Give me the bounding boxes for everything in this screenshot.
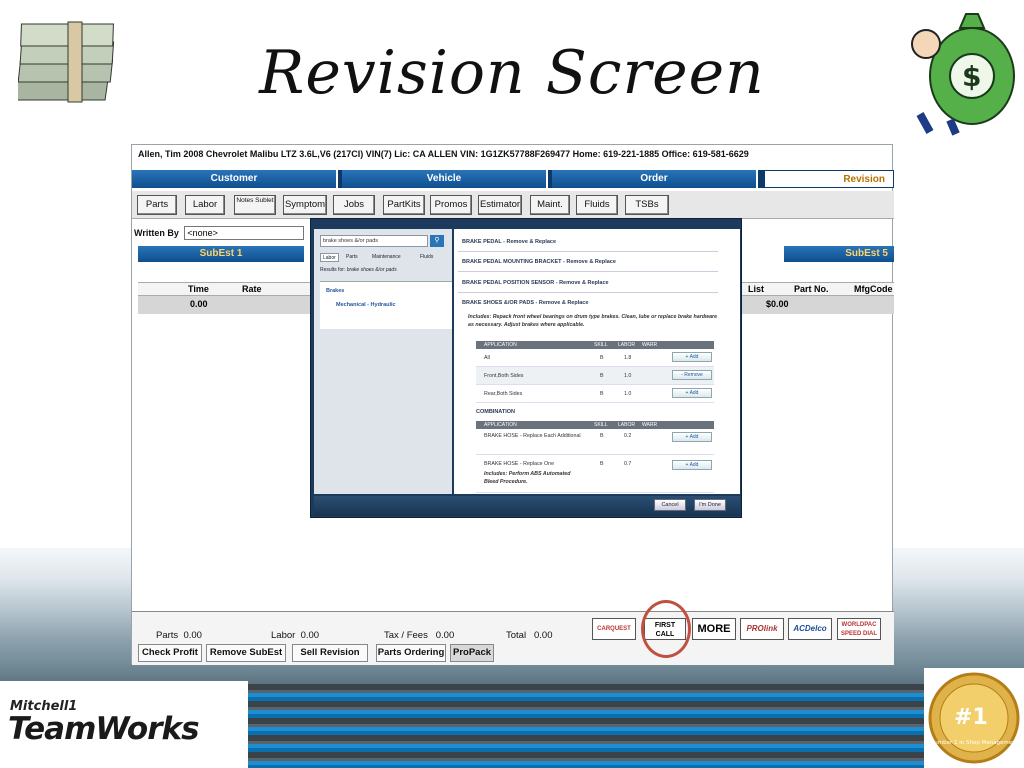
medal-icon: #1 Number 1 in Shop Management	[928, 672, 1020, 764]
done-button[interactable]: I'm Done	[694, 499, 726, 511]
acdelco-logo[interactable]: ACDelco	[788, 618, 832, 640]
subest-tab-1[interactable]: SubEst 1	[138, 246, 304, 262]
toolbar: Parts Labor Notes Sublet Symptom Jobs Pa…	[132, 191, 894, 219]
category-list: Brakes Mechanical - Hydraulic	[320, 281, 452, 329]
propack-button[interactable]: ProPack	[450, 644, 494, 662]
written-by-field[interactable]	[184, 226, 305, 240]
add-button[interactable]: + Add	[672, 432, 712, 442]
col-rate[interactable]: Rate	[242, 284, 262, 294]
add-button[interactable]: + Add	[672, 388, 712, 398]
divider	[458, 292, 718, 293]
col-time[interactable]: Time	[188, 284, 209, 294]
result-item[interactable]: BRAKE PEDAL POSITION SENSOR - Remove & R…	[462, 280, 609, 286]
jobs-button[interactable]: Jobs	[333, 195, 375, 215]
parts-total: Parts 0.00	[156, 630, 202, 641]
search-icon[interactable]: ⚲	[430, 235, 444, 247]
dialog-tabs: Labor Parts Maintenance Fluids	[320, 253, 446, 262]
labor-total: Labor 0.00	[271, 630, 320, 641]
check-profit-button[interactable]: Check Profit	[138, 644, 202, 662]
table-row: All B 1.8 + Add	[476, 349, 714, 367]
category-mechanical-hydraulic[interactable]: Mechanical - Hydraulic	[336, 302, 396, 308]
labor-button[interactable]: Labor	[185, 195, 225, 215]
grand-total: Total 0.00	[506, 630, 553, 641]
divider	[458, 271, 718, 272]
tab-revision[interactable]: Revision	[764, 170, 894, 188]
labor-lookup-dialog: brake shoes &/or pads ⚲ Labor Parts Main…	[310, 218, 742, 518]
teamworks-logo-text: TeamWorks	[8, 711, 200, 747]
col-list[interactable]: List	[748, 284, 764, 294]
written-by-label: Written By	[134, 228, 179, 238]
subest-tab-5[interactable]: SubEst 5	[784, 246, 894, 262]
symptom-button[interactable]: Symptom	[283, 195, 327, 215]
svg-text:$: $	[962, 60, 981, 93]
tab-customer[interactable]: Customer	[132, 170, 338, 188]
carquest-logo[interactable]: CARQUEST	[592, 618, 636, 640]
result-item[interactable]: BRAKE PEDAL MOUNTING BRACKET - Remove & …	[462, 259, 616, 265]
highlight-circle	[641, 600, 691, 658]
money-stack-icon	[18, 21, 115, 103]
result-item-selected[interactable]: BRAKE SHOES &/OR PADS - Remove & Replace	[462, 300, 588, 306]
dialog-results-pane: BRAKE PEDAL - Remove & Replace BRAKE PED…	[454, 229, 740, 494]
combination-label: COMBINATION	[476, 409, 516, 415]
row-list: $0.00	[766, 299, 789, 309]
worldpac-logo[interactable]: WORLDPAC SPEED DIAL	[837, 618, 881, 640]
col-part-no[interactable]: Part No.	[794, 284, 829, 294]
bottom-panel: Parts 0.00 Labor 0.00 Tax / Fees 0.00 To…	[132, 611, 894, 665]
dialog-tab-labor[interactable]: Labor	[320, 253, 339, 262]
slide-stripes	[248, 684, 924, 768]
table-row: Front,Both Sides B 1.0 - Remove	[476, 367, 714, 385]
dialog-tab-maintenance[interactable]: Maintenance	[372, 253, 401, 262]
main-tabs: Customer Vehicle Order Revision	[132, 170, 894, 188]
written-by: Written By	[134, 226, 305, 240]
teamworks-logo: Mitchell1 TeamWorks	[0, 681, 248, 768]
partkits-button[interactable]: PartKits	[383, 195, 425, 215]
dialog-left-pane: brake shoes &/or pads ⚲ Labor Parts Main…	[314, 229, 452, 494]
money-bag-man-icon: $	[911, 13, 1015, 136]
category-brakes[interactable]: Brakes	[326, 288, 344, 294]
table-row: BRAKE HOSE - Replace One B 0.7 Includes:…	[476, 457, 714, 493]
combination-table-header: APPLICATION SKILL LABOR WARR	[476, 421, 714, 429]
tax-fees-total: Tax / Fees 0.00	[384, 630, 455, 641]
number-one-medal: #1 Number 1 in Shop Management	[924, 668, 1024, 768]
includes-note: Includes: Repack front wheel bearings on…	[468, 314, 718, 328]
add-button[interactable]: + Add	[672, 460, 712, 470]
remove-subest-button[interactable]: Remove SubEst	[206, 644, 286, 662]
parts-ordering-button[interactable]: Parts Ordering	[376, 644, 446, 662]
dialog-search-input[interactable]: brake shoes &/or pads	[320, 235, 428, 247]
tab-order[interactable]: Order	[552, 170, 758, 188]
labor-table-header: APPLICATION SKILL LABOR WARR	[476, 341, 714, 349]
customer-info-bar: Allen, Tim 2008 Chevrolet Malibu LTZ 3.6…	[138, 149, 749, 159]
add-button[interactable]: + Add	[672, 352, 712, 362]
table-row: BRAKE HOSE - Replace Each Additional B 0…	[476, 429, 714, 455]
tab-vehicle[interactable]: Vehicle	[342, 170, 548, 188]
dialog-tab-parts[interactable]: Parts	[346, 253, 358, 262]
maint-button[interactable]: Maint.	[530, 195, 570, 215]
tsbs-button[interactable]: TSBs	[625, 195, 669, 215]
row-time: 0.00	[190, 299, 208, 309]
parts-button[interactable]: Parts	[137, 195, 177, 215]
cancel-button[interactable]: Cancel	[654, 499, 686, 511]
svg-text:Number 1 in Shop Management: Number 1 in Shop Management	[930, 740, 1019, 746]
sell-revision-button[interactable]: Sell Revision	[292, 644, 368, 662]
promos-button[interactable]: Promos	[430, 195, 472, 215]
estimator-button[interactable]: Estimator	[478, 195, 522, 215]
more-logo[interactable]: MORE	[692, 618, 736, 640]
remove-button[interactable]: - Remove	[672, 370, 712, 380]
svg-text:#1: #1	[954, 705, 988, 730]
table-row: Rear,Both Sides B 1.0 + Add	[476, 385, 714, 403]
divider	[458, 251, 718, 252]
fluids-button[interactable]: Fluids	[576, 195, 618, 215]
prolink-logo[interactable]: PROlink	[740, 618, 784, 640]
dialog-footer: Cancel I'm Done	[314, 496, 740, 516]
result-item[interactable]: BRAKE PEDAL - Remove & Replace	[462, 239, 556, 245]
results-for: Results for: brake shoes &/or pads	[320, 267, 397, 273]
col-mfgcode[interactable]: MfgCode	[854, 284, 893, 294]
slide-title: Revision Screen	[259, 38, 765, 108]
notes-sublet-button[interactable]: Notes Sublet	[234, 195, 276, 215]
dialog-tab-fluids[interactable]: Fluids	[420, 253, 433, 262]
